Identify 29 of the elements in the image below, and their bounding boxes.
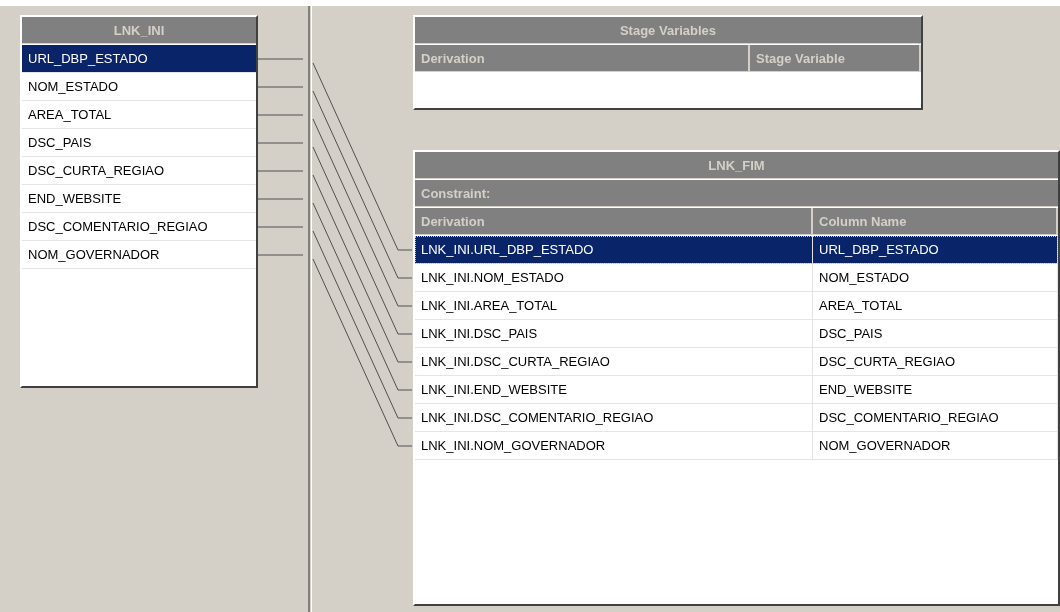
output-row[interactable]: LNK_INI.END_WEBSITE END_WEBSITE — [415, 376, 1058, 404]
derivation-cell: LNK_INI.AREA_TOTAL — [415, 292, 813, 319]
output-row[interactable]: LNK_INI.NOM_GOVERNADOR NOM_GOVERNADOR — [415, 432, 1058, 460]
output-row[interactable]: LNK_INI.URL_DBP_ESTADO URL_DBP_ESTADO — [415, 236, 1058, 264]
column-name-cell: DSC_CURTA_REGIAO — [813, 348, 1058, 375]
output-row[interactable]: LNK_INI.DSC_PAIS DSC_PAIS — [415, 320, 1058, 348]
derivation-cell: LNK_INI.DSC_COMENTARIO_REGIAO — [415, 404, 813, 431]
derivation-cell: LNK_INI.NOM_ESTADO — [415, 264, 813, 291]
table-title: LNK_FIM — [415, 152, 1058, 179]
derivation-cell: LNK_INI.DSC_PAIS — [415, 320, 813, 347]
column-name-cell: AREA_TOTAL — [813, 292, 1058, 319]
table-title: Stage Variables — [415, 17, 921, 44]
column-name-cell: END_WEBSITE — [813, 376, 1058, 403]
derivation-cell: LNK_INI.END_WEBSITE — [415, 376, 813, 403]
derivation-cell: LNK_INI.NOM_GOVERNADOR — [415, 432, 813, 459]
column-name-cell: URL_DBP_ESTADO — [813, 236, 1058, 263]
derivation-cell: LNK_INI.URL_DBP_ESTADO — [415, 236, 813, 263]
output-row[interactable]: LNK_INI.DSC_CURTA_REGIAO DSC_CURTA_REGIAO — [415, 348, 1058, 376]
output-row[interactable]: LNK_INI.DSC_COMENTARIO_REGIAO DSC_COMENTARIO_REGIAO — [415, 404, 1058, 432]
column-name-cell: NOM_GOVERNADOR — [813, 432, 1058, 459]
column-row[interactable]: URL_DBP_ESTADO — [22, 45, 256, 73]
column-name-cell: DSC_COMENTARIO_REGIAO — [813, 404, 1058, 431]
column-name-cell: DSC_PAIS — [813, 320, 1058, 347]
output-row[interactable]: LNK_INI.NOM_ESTADO NOM_ESTADO — [415, 264, 1058, 292]
output-row[interactable]: LNK_INI.AREA_TOTAL AREA_TOTAL — [415, 292, 1058, 320]
table-title: LNK_INI — [22, 17, 256, 44]
splitter[interactable] — [308, 6, 312, 612]
derivation-cell: LNK_INI.DSC_CURTA_REGIAO — [415, 348, 813, 375]
column-name-cell: NOM_ESTADO — [813, 264, 1058, 291]
